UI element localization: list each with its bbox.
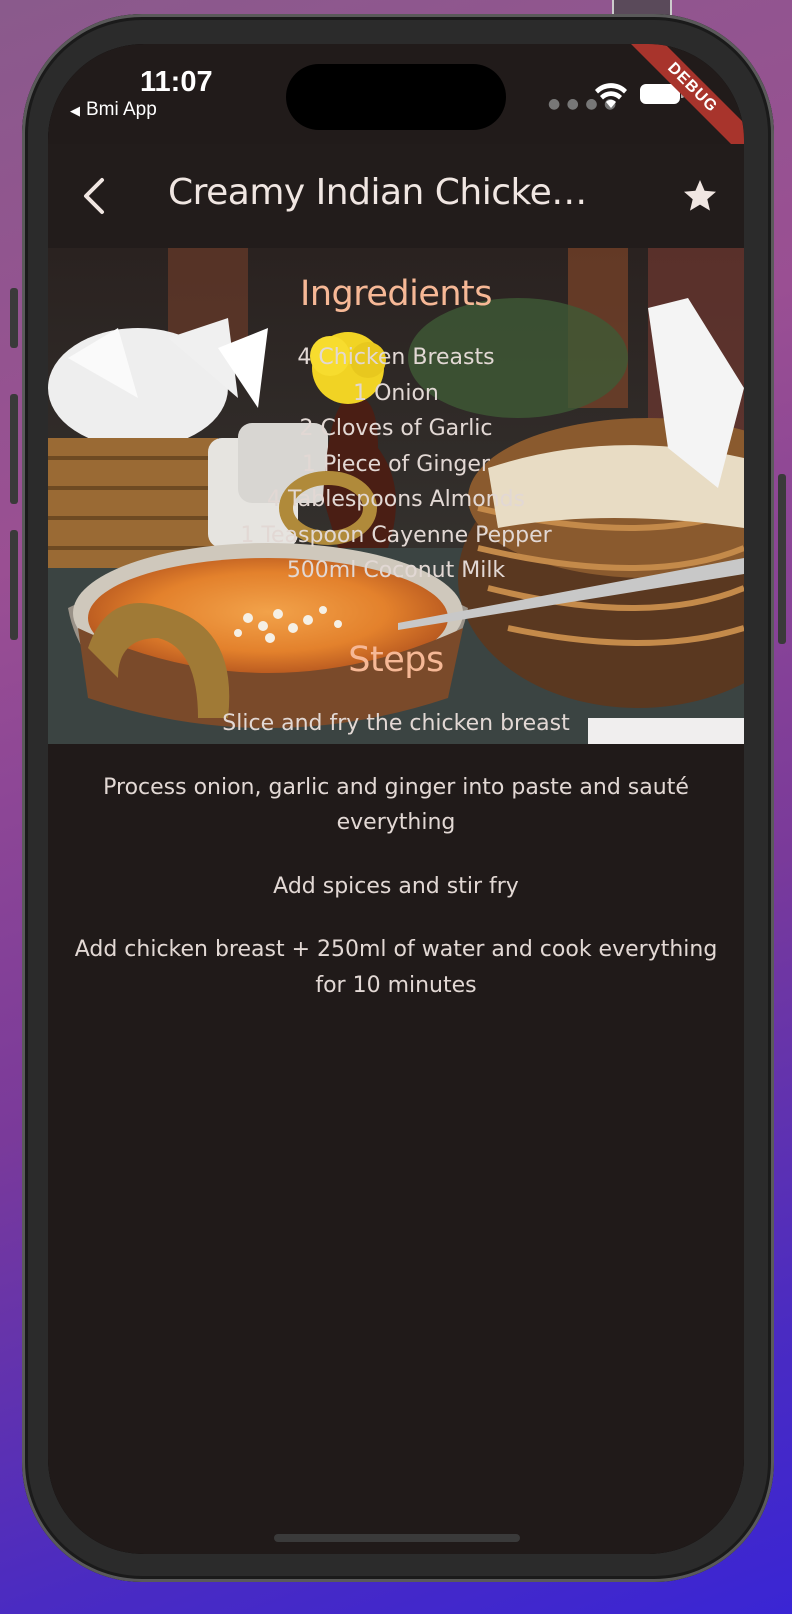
steps-list: Slice and fry the chicken breast Process …	[48, 706, 744, 1031]
recipe-content: Ingredients 4 Chicken Breasts 1 Onion 2 Cl…	[48, 248, 744, 1554]
wifi-icon	[595, 83, 627, 108]
page-title: Creamy Indian Chicken ...	[168, 172, 608, 213]
back-button[interactable]	[68, 170, 120, 222]
step-item: Add chicken breast + 250ml of water and …	[74, 937, 718, 998]
dynamic-island	[286, 64, 506, 130]
mute-switch	[10, 288, 18, 348]
ingredient-item: 4 Chicken Breasts	[297, 345, 495, 370]
back-app-label: Bmi App	[86, 99, 157, 120]
ingredient-item: 2 Cloves of Garlic	[299, 416, 493, 441]
steps-title: Steps	[348, 640, 444, 680]
status-time: 11:07	[140, 66, 213, 98]
step-item: Process onion, garlic and ginger into pa…	[103, 774, 689, 836]
favorite-button[interactable]	[672, 168, 728, 224]
home-indicator[interactable]	[274, 1534, 520, 1542]
ingredient-item: 500ml Coconut Milk	[286, 558, 506, 583]
chevron-left-icon	[84, 178, 104, 214]
ingredient-item: 1 Teaspoon Cayenne Pepper	[240, 522, 552, 548]
step-item: Add spices and stir fry	[273, 873, 519, 899]
phone-screen: 11:07 ◀ Bmi App ● ● ● ● DEBUG Creamy Indi…	[48, 44, 744, 1554]
power-button	[778, 474, 786, 644]
volume-up-button	[10, 394, 18, 504]
ingredient-item: 1 Onion	[353, 380, 439, 406]
ingredient-item: 4 Tablespoons Almonds	[266, 487, 526, 512]
app-bar: Creamy Indian Chicken ...	[48, 144, 744, 248]
star-icon	[684, 180, 716, 211]
step-item: Slice and fry the chicken breast	[222, 711, 570, 736]
back-triangle-icon: ◀	[70, 103, 80, 118]
ingredient-item: 1 Piece of Ginger	[302, 451, 490, 477]
back-to-app-link[interactable]: ◀ Bmi App	[70, 99, 157, 121]
volume-down-button	[10, 530, 18, 640]
ingredients-list: 4 Chicken Breasts 1 Onion 2 Cloves of Garl…	[48, 340, 744, 589]
ingredients-title: Ingredients	[300, 274, 493, 314]
